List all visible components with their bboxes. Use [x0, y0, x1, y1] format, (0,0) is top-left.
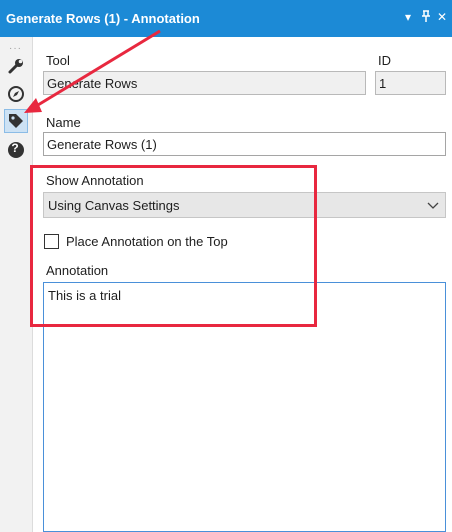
show-annotation-value: Using Canvas Settings	[48, 198, 180, 213]
tag-icon[interactable]	[4, 109, 28, 133]
annotation-label: Annotation	[46, 263, 109, 278]
place-on-top-label[interactable]: Place Annotation on the Top	[66, 234, 228, 249]
id-field: 1	[375, 71, 446, 95]
close-icon[interactable]: ✕	[437, 10, 447, 24]
annotation-textarea[interactable]: This is a trial	[43, 282, 446, 532]
panel-menu-dropdown-icon[interactable]: ▾	[405, 10, 411, 24]
name-label: Name	[46, 115, 81, 130]
panel-title: Generate Rows (1) - Annotation	[6, 11, 200, 26]
wrench-icon[interactable]	[4, 54, 28, 78]
chevron-down-icon	[427, 202, 439, 209]
tool-label: Tool	[46, 53, 70, 68]
help-icon-glyph: ?	[11, 141, 19, 155]
tool-field: Generate Rows	[43, 71, 366, 95]
show-annotation-select[interactable]: Using Canvas Settings	[43, 192, 446, 218]
compass-icon[interactable]	[4, 82, 28, 106]
drag-grip-icon[interactable]: ···	[9, 44, 22, 54]
show-annotation-label: Show Annotation	[46, 173, 144, 188]
panel-title-bar: Generate Rows (1) - Annotation ▾ ✕	[0, 0, 452, 37]
pin-icon[interactable]	[421, 10, 431, 25]
tool-sidebar: ··· ?	[0, 37, 33, 532]
id-label: ID	[378, 53, 391, 68]
name-input[interactable]: Generate Rows (1)	[43, 132, 446, 156]
help-icon[interactable]: ?	[4, 138, 28, 162]
place-on-top-checkbox[interactable]	[44, 234, 59, 249]
